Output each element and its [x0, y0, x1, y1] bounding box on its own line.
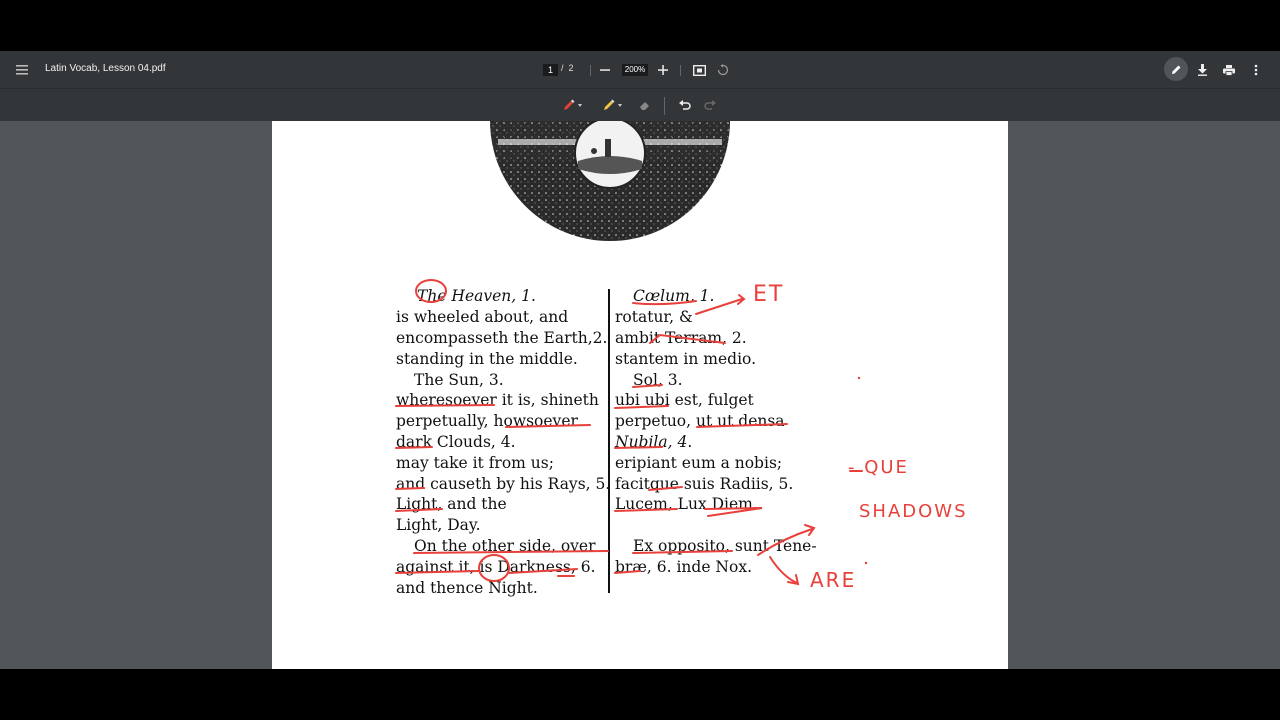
download-icon[interactable]	[1190, 58, 1214, 82]
annotate-pen-icon[interactable]	[1164, 57, 1188, 81]
page-count: / 2	[561, 63, 574, 73]
toolbar-divider	[590, 65, 591, 76]
fit-page-icon[interactable]	[687, 58, 711, 82]
zoom-input[interactable]: 200%	[622, 64, 648, 76]
rotate-icon[interactable]	[711, 58, 735, 82]
annotation-toolbar	[0, 88, 1280, 122]
menu-icon[interactable]	[10, 58, 34, 82]
print-icon[interactable]	[1217, 58, 1241, 82]
file-title: Latin Vocab, Lesson 04.pdf	[45, 63, 166, 74]
eraser-icon[interactable]	[633, 93, 657, 117]
pdf-viewer[interactable]: The Heaven, 1. is wheeled about, and enc…	[0, 121, 1280, 669]
handwritten-annotations-layer	[395, 279, 868, 586]
page-number-input[interactable]: 1	[543, 64, 558, 76]
annotation-shadows: SHADOWS	[859, 501, 968, 522]
pdf-page: The Heaven, 1. is wheeled about, and enc…	[272, 121, 1008, 669]
annotation-que: - QUE	[848, 457, 909, 478]
annotation-are: ARE	[810, 568, 857, 592]
pdf-toolbar: Latin Vocab, Lesson 04.pdf 1 / 2 200%	[0, 51, 1280, 88]
undo-icon[interactable]	[673, 93, 697, 117]
redo-icon[interactable]	[698, 93, 722, 117]
toolbar-divider	[680, 65, 681, 76]
highlighter-tool-icon[interactable]	[598, 93, 628, 117]
more-icon[interactable]	[1244, 58, 1268, 82]
annotation-et: ET	[753, 282, 785, 307]
zoom-out-icon[interactable]	[593, 58, 617, 82]
zoom-in-icon[interactable]	[651, 58, 675, 82]
toolbar-divider	[664, 97, 665, 115]
pen-tool-icon[interactable]	[558, 93, 588, 117]
